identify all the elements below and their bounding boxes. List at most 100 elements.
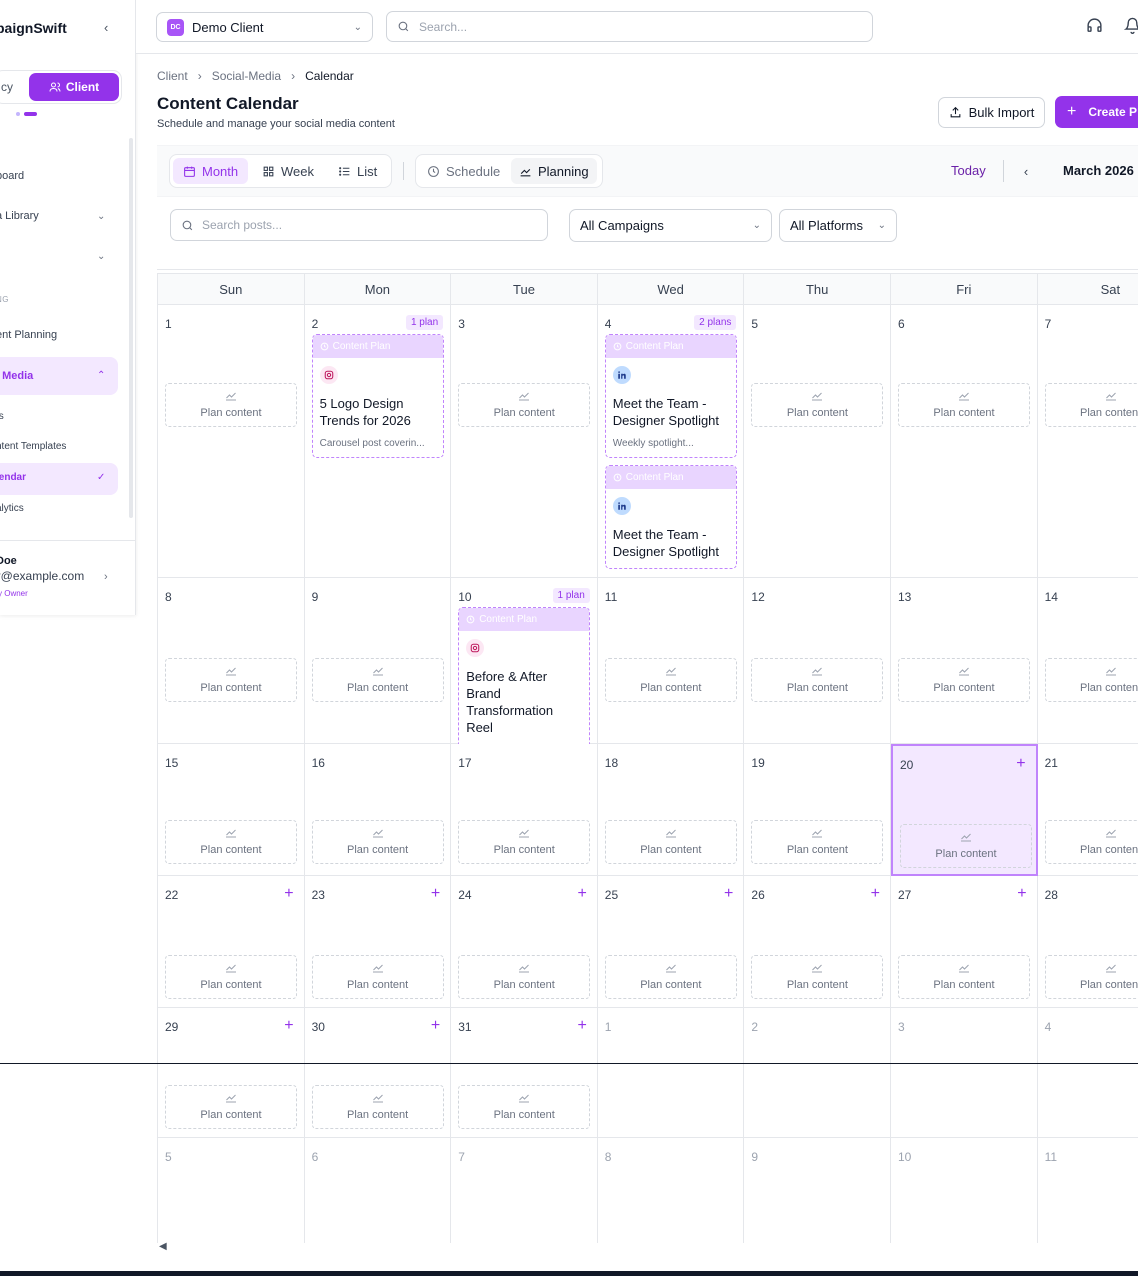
plan-content-slot[interactable]: Plan content bbox=[898, 955, 1030, 999]
sidebar-item-content-planning[interactable]: ent Planning bbox=[0, 329, 57, 341]
content-plan-card[interactable]: Content Plan 5 Logo Design Trends for 202… bbox=[311, 334, 444, 458]
calendar-day[interactable]: 30 + Plan content bbox=[304, 1008, 452, 1138]
calendar-day[interactable]: 2 bbox=[744, 1008, 891, 1138]
calendar-day[interactable]: 4 bbox=[1037, 1008, 1138, 1138]
view-list-button[interactable]: List bbox=[328, 158, 387, 184]
calendar-day[interactable]: 1 Plan content bbox=[158, 305, 305, 578]
calendar-day[interactable]: 31 + Plan content bbox=[451, 1008, 598, 1138]
create-post-button[interactable]: + Create P bbox=[1055, 96, 1138, 128]
plan-content-slot[interactable]: Plan content bbox=[311, 820, 444, 864]
mode-planning-button[interactable]: Planning bbox=[511, 158, 597, 184]
breadcrumb-client[interactable]: Client bbox=[157, 69, 188, 83]
sidebar-subitem-posts[interactable]: ts bbox=[0, 411, 4, 422]
plan-content-slot[interactable]: Plan content bbox=[165, 383, 297, 427]
plan-content-slot[interactable]: Plan content bbox=[165, 955, 297, 999]
content-plan-card[interactable]: Content Plan Meet the Team - Designer Spo… bbox=[604, 334, 737, 458]
add-plan-plus-icon[interactable]: + bbox=[431, 1017, 440, 1035]
view-month-button[interactable]: Month bbox=[173, 158, 249, 184]
calendar-day[interactable]: 9 Plan content bbox=[304, 578, 452, 744]
calendar-day[interactable]: 5 Plan content bbox=[744, 305, 891, 578]
plan-content-slot[interactable]: Plan content bbox=[604, 820, 737, 864]
plan-content-slot[interactable]: Plan content bbox=[311, 1085, 444, 1129]
plan-content-slot[interactable]: Plan content bbox=[900, 824, 1032, 868]
headset-icon[interactable] bbox=[1086, 17, 1103, 34]
plan-content-slot[interactable]: Plan content bbox=[311, 955, 444, 999]
calendar-day[interactable]: 28+Plan content bbox=[1037, 876, 1138, 1008]
calendar-day[interactable]: 23 + Plan content bbox=[304, 876, 452, 1008]
add-plan-plus-icon[interactable]: + bbox=[1017, 885, 1026, 903]
prev-month-button[interactable]: ‹ bbox=[1015, 155, 1037, 187]
dot-active[interactable] bbox=[24, 112, 37, 116]
plan-content-slot[interactable]: Plan content bbox=[458, 820, 591, 864]
calendar-day[interactable]: 26 + Plan content bbox=[744, 876, 891, 1008]
calendar-day[interactable]: 14 Plan content bbox=[1037, 578, 1138, 744]
calendar-day[interactable]: 6 bbox=[304, 1138, 452, 1243]
add-plan-plus-icon[interactable]: + bbox=[284, 885, 293, 903]
calendar-day[interactable]: 3 bbox=[891, 1008, 1038, 1138]
plan-content-slot[interactable]: Plan content bbox=[898, 383, 1030, 427]
plan-content-slot[interactable]: Plan content bbox=[898, 658, 1030, 702]
platform-filter-select[interactable]: All Platforms ⌄ bbox=[779, 209, 897, 242]
plan-content-slot[interactable]: Plan content bbox=[1044, 658, 1138, 702]
dot[interactable] bbox=[16, 112, 20, 116]
plan-content-slot[interactable]: Plan content bbox=[458, 1085, 591, 1129]
mode-schedule-button[interactable]: Schedule bbox=[419, 158, 508, 184]
plan-content-slot[interactable]: Plan content bbox=[1044, 383, 1138, 427]
plan-content-slot[interactable]: Plan content bbox=[1044, 955, 1138, 999]
global-search-input[interactable]: Search... bbox=[386, 11, 873, 42]
horizontal-scrollbar[interactable]: ◀ bbox=[157, 1240, 1138, 1254]
calendar-day[interactable]: 2 1 plan Content Plan 5 Logo Design Trends … bbox=[304, 305, 452, 578]
add-plan-plus-icon[interactable]: + bbox=[724, 885, 733, 903]
calendar-day[interactable]: 7 Plan content bbox=[1037, 305, 1138, 578]
calendar-day[interactable]: 15 Plan content bbox=[158, 744, 305, 876]
calendar-day[interactable]: 9 bbox=[744, 1138, 891, 1243]
mode-client-button[interactable]: Client bbox=[29, 73, 119, 101]
calendar-day[interactable]: 24 + Plan content bbox=[451, 876, 598, 1008]
calendar-day[interactable]: 6 Plan content bbox=[891, 305, 1038, 578]
plan-content-slot[interactable]: Plan content bbox=[458, 955, 591, 999]
plan-content-slot[interactable]: Plan content bbox=[458, 383, 591, 427]
plan-content-slot[interactable]: Plan content bbox=[751, 658, 884, 702]
plan-content-slot[interactable]: Plan content bbox=[165, 820, 297, 864]
sidebar-item-media-library[interactable]: a Library bbox=[0, 210, 39, 222]
calendar-day[interactable]: 22 + Plan content bbox=[158, 876, 305, 1008]
mode-agency-button[interactable]: cy bbox=[1, 80, 13, 94]
post-search-input[interactable]: Search posts... bbox=[170, 209, 548, 241]
calendar-day[interactable]: 19 Plan content bbox=[744, 744, 891, 876]
today-button[interactable]: Today bbox=[951, 163, 986, 178]
calendar-day[interactable]: 8 bbox=[597, 1138, 745, 1243]
calendar-day[interactable]: 18 Plan content bbox=[597, 744, 745, 876]
add-plan-plus-icon[interactable]: + bbox=[871, 885, 880, 903]
sidebar-scrollbar[interactable] bbox=[129, 138, 133, 518]
add-plan-plus-icon[interactable]: + bbox=[1016, 755, 1025, 773]
calendar-day[interactable]: 27 + Plan content bbox=[891, 876, 1038, 1008]
calendar-day[interactable]: 7 bbox=[451, 1138, 598, 1243]
add-plan-plus-icon[interactable]: + bbox=[431, 885, 440, 903]
plan-content-slot[interactable]: Plan content bbox=[1044, 820, 1138, 864]
plan-content-slot[interactable]: Plan content bbox=[311, 658, 444, 702]
plan-content-slot[interactable]: Plan content bbox=[751, 820, 884, 864]
add-plan-plus-icon[interactable]: + bbox=[284, 1017, 293, 1035]
sidebar-subitem-calendar[interactable]: lendar bbox=[0, 472, 26, 483]
calendar-day[interactable]: 21+Plan content bbox=[1037, 744, 1138, 876]
plan-content-slot[interactable]: Plan content bbox=[165, 1085, 297, 1129]
calendar-day[interactable]: 10 bbox=[891, 1138, 1038, 1243]
plan-content-slot[interactable]: Plan content bbox=[751, 383, 884, 427]
calendar-day[interactable]: 4 2 plans Content Plan Meet the Team - Desi… bbox=[597, 305, 745, 578]
calendar-day[interactable]: 13 Plan content bbox=[891, 578, 1038, 744]
bulk-import-button[interactable]: Bulk Import bbox=[938, 97, 1045, 128]
scroll-left-icon[interactable]: ◀ bbox=[159, 1241, 167, 1252]
breadcrumb-social-media[interactable]: Social-Media bbox=[212, 69, 281, 83]
sidebar-item-social-media[interactable]: l Media bbox=[0, 370, 33, 382]
calendar-day[interactable]: 5 bbox=[158, 1138, 305, 1243]
sidebar-subitem-analytics[interactable]: alytics bbox=[0, 503, 24, 514]
calendar-day[interactable]: 11 Plan content bbox=[597, 578, 745, 744]
sidebar-subitem-content-templates[interactable]: ntent Templates bbox=[0, 441, 66, 452]
calendar-day[interactable]: 1 bbox=[597, 1008, 745, 1138]
view-week-button[interactable]: Week bbox=[252, 158, 324, 184]
calendar-day[interactable]: 11 bbox=[1037, 1138, 1138, 1243]
add-plan-plus-icon[interactable]: + bbox=[577, 885, 586, 903]
calendar-day[interactable]: 25 + Plan content bbox=[597, 876, 745, 1008]
client-selector[interactable]: DC Demo Client ⌄ bbox=[156, 12, 373, 42]
sidebar-item-dashboard[interactable]: board bbox=[0, 170, 24, 182]
